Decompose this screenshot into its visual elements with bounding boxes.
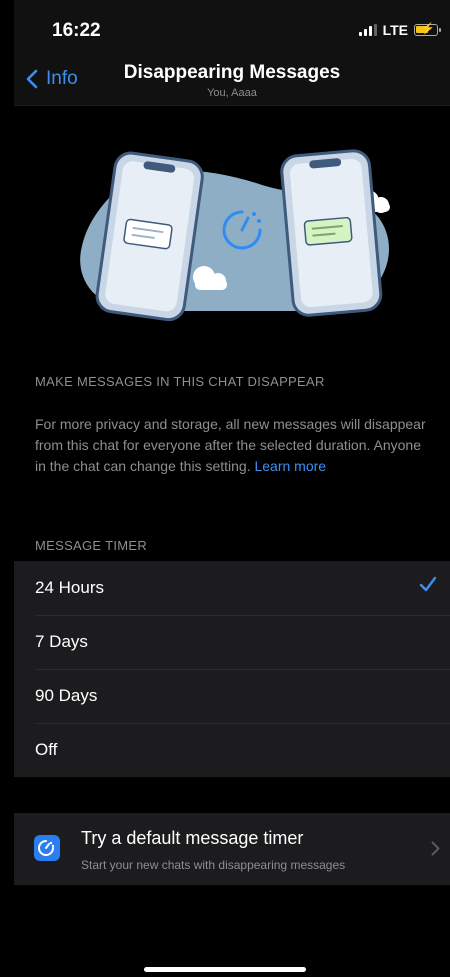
screen: 16:22 LTE ⚡ Info Disappearing Messages Y… [14, 0, 450, 977]
timer-options-list: 24 Hours 7 Days 90 Days Off [14, 561, 450, 777]
status-indicators: LTE ⚡ [358, 22, 441, 38]
checkmark-icon [419, 576, 437, 592]
battery-icon: ⚡ [414, 23, 441, 36]
timer-option-7-days[interactable]: 7 Days [14, 615, 450, 669]
option-label: 24 Hours [35, 578, 104, 597]
section-description: For more privacy and storage, all new me… [35, 414, 435, 477]
default-timer-subtitle: Start your new chats with disappearing m… [81, 858, 346, 872]
option-label: 90 Days [35, 686, 98, 705]
right-phone-icon [280, 149, 383, 317]
option-label: Off [35, 740, 58, 759]
timer-option-off[interactable]: Off [14, 723, 450, 777]
signal-icon [358, 24, 377, 36]
description-text: For more privacy and storage, all new me… [35, 416, 426, 474]
home-indicator[interactable] [144, 967, 306, 972]
section-heading: MAKE MESSAGES IN THIS CHAT DISAPPEAR [35, 374, 325, 389]
timer-icon [34, 835, 60, 861]
page-title: Disappearing Messages [123, 62, 341, 83]
default-timer-button[interactable]: Try a default message timer Start your n… [14, 813, 450, 885]
timer-heading: MESSAGE TIMER [35, 538, 148, 553]
option-label: 7 Days [35, 632, 88, 651]
status-time: 16:22 [52, 20, 101, 41]
learn-more-link[interactable]: Learn more [254, 458, 326, 474]
status-bar: 16:22 LTE ⚡ [14, 0, 450, 60]
page-subtitle: You, Aaaa [207, 87, 257, 99]
navigation-bar: Info Disappearing Messages You, Aaaa [14, 60, 450, 106]
timer-option-24-hours[interactable]: 24 Hours [14, 561, 450, 615]
default-timer-title: Try a default message timer [81, 828, 304, 848]
network-label: LTE [382, 22, 408, 38]
disappearing-messages-illustration [80, 149, 390, 322]
timer-option-90-days[interactable]: 90 Days [14, 669, 450, 723]
chevron-right-icon [431, 841, 440, 856]
